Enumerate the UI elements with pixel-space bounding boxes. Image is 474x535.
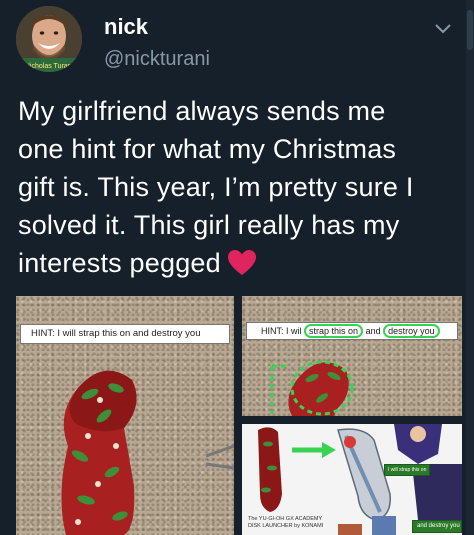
product-caption-line: DISK LAUNCHER by KONAMI (248, 523, 324, 529)
media-image-2[interactable]: HINT: I wil strap this on and destroy yo… (242, 296, 462, 416)
product-caption-line: The YU-GI-OH GX ACADEMY (248, 516, 323, 522)
tweet-line-last: interests pegged (18, 244, 438, 282)
user-handle[interactable]: @nickturani (104, 48, 210, 71)
tweet-text: My girlfriend always sends me one hint f… (18, 92, 438, 282)
tag-destroy: and destroy you (412, 520, 462, 533)
tweet-line: one hint for what my Christmas (18, 134, 397, 164)
tag-strap-on: I will strap this on (384, 464, 430, 476)
tweet-line: interests pegged (18, 248, 221, 278)
media-grid[interactable]: HINT: I will strap this on and destroy y… (16, 296, 462, 535)
display-name[interactable]: nick (104, 14, 148, 40)
tweet-line: solved it. This girl really has my (18, 210, 400, 240)
wrapped-gift-illustration (61, 370, 234, 535)
media-image-3[interactable]: I will strap this on and destroy you The… (242, 424, 462, 535)
tweet-line: gift is. This year, I’m pretty sure I (18, 172, 414, 202)
annotated-gift-illustration (270, 360, 354, 416)
avatar-badge-text: Nicholas Turani (25, 63, 74, 70)
product-caption: The YU-GI-OH GX ACADEMY DISK LAUNCHER by… (248, 516, 323, 530)
scrollbar[interactable] (466, 0, 474, 535)
avatar-image: Nicholas Turani (16, 6, 82, 72)
heart-icon (227, 250, 256, 275)
tweet-line: My girlfriend always sends me (18, 96, 386, 126)
avatar[interactable]: Nicholas Turani (16, 6, 82, 72)
chevron-down-icon[interactable] (434, 22, 452, 36)
media-image-1[interactable]: HINT: I will strap this on and destroy y… (16, 296, 234, 535)
tweet-card: Nicholas Turani nick @nickturani My girl… (0, 0, 474, 535)
scrollbar-thumb[interactable] (467, 10, 473, 50)
